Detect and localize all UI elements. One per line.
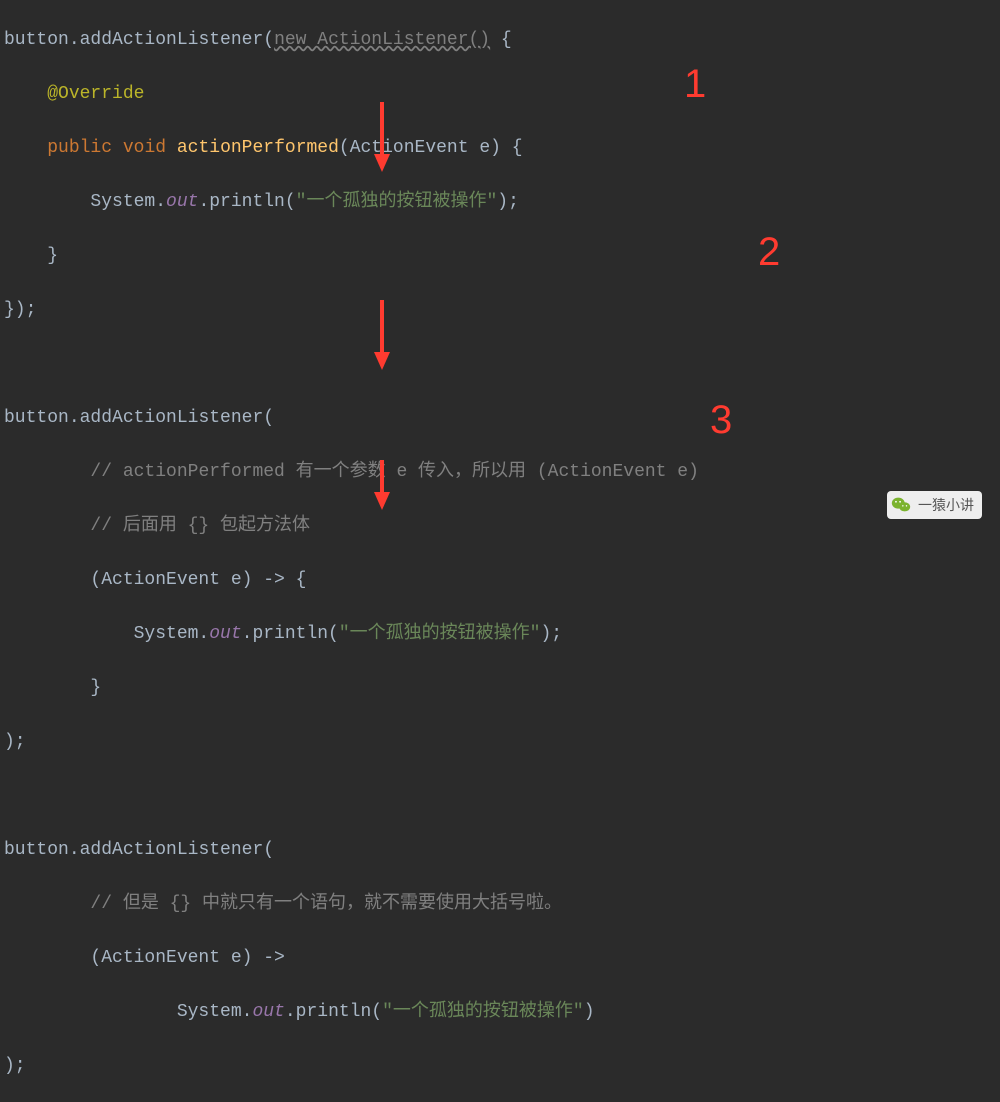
code-line: } <box>4 243 1000 270</box>
code-line: ); <box>4 729 1000 756</box>
code-line: // actionPerformed 有一个参数 e 传入，所以用 (Actio… <box>4 459 1000 486</box>
code-line: System.out.println("一个孤独的按钮被操作"); <box>4 189 1000 216</box>
code-line: @Override <box>4 81 1000 108</box>
code-editor: button.addActionListener(new ActionListe… <box>0 0 1000 1102</box>
annotation-number-3: 3 <box>710 390 732 450</box>
arrow-down-icon <box>372 102 392 172</box>
blank-line <box>4 351 1000 378</box>
code-line: (ActionEvent e) -> { <box>4 567 1000 594</box>
blank-line <box>4 783 1000 810</box>
annotation-number-1: 1 <box>684 54 706 114</box>
code-line: } <box>4 675 1000 702</box>
watermark-badge: 一猿小讲 <box>887 491 982 519</box>
code-line: System.out.println("一个孤独的按钮被操作") <box>4 999 1000 1026</box>
code-line: }); <box>4 297 1000 324</box>
code-line: button.addActionListener( <box>4 837 1000 864</box>
code-line: (ActionEvent e) -> <box>4 945 1000 972</box>
arrow-down-icon <box>372 460 392 510</box>
code-line: // 后面用 {} 包起方法体 <box>4 513 1000 540</box>
code-line: public void actionPerformed(ActionEvent … <box>4 135 1000 162</box>
annotation-number-2: 2 <box>758 222 780 282</box>
code-line: button.addActionListener( <box>4 405 1000 432</box>
watermark-label: 一猿小讲 <box>918 495 974 516</box>
arrow-down-icon <box>372 300 392 370</box>
code-line: System.out.println("一个孤独的按钮被操作"); <box>4 621 1000 648</box>
code-line: ); <box>4 1053 1000 1080</box>
code-line: // 但是 {} 中就只有一个语句，就不需要使用大括号啦。 <box>4 891 1000 918</box>
wechat-icon <box>890 494 912 516</box>
code-line: button.addActionListener(new ActionListe… <box>4 27 1000 54</box>
